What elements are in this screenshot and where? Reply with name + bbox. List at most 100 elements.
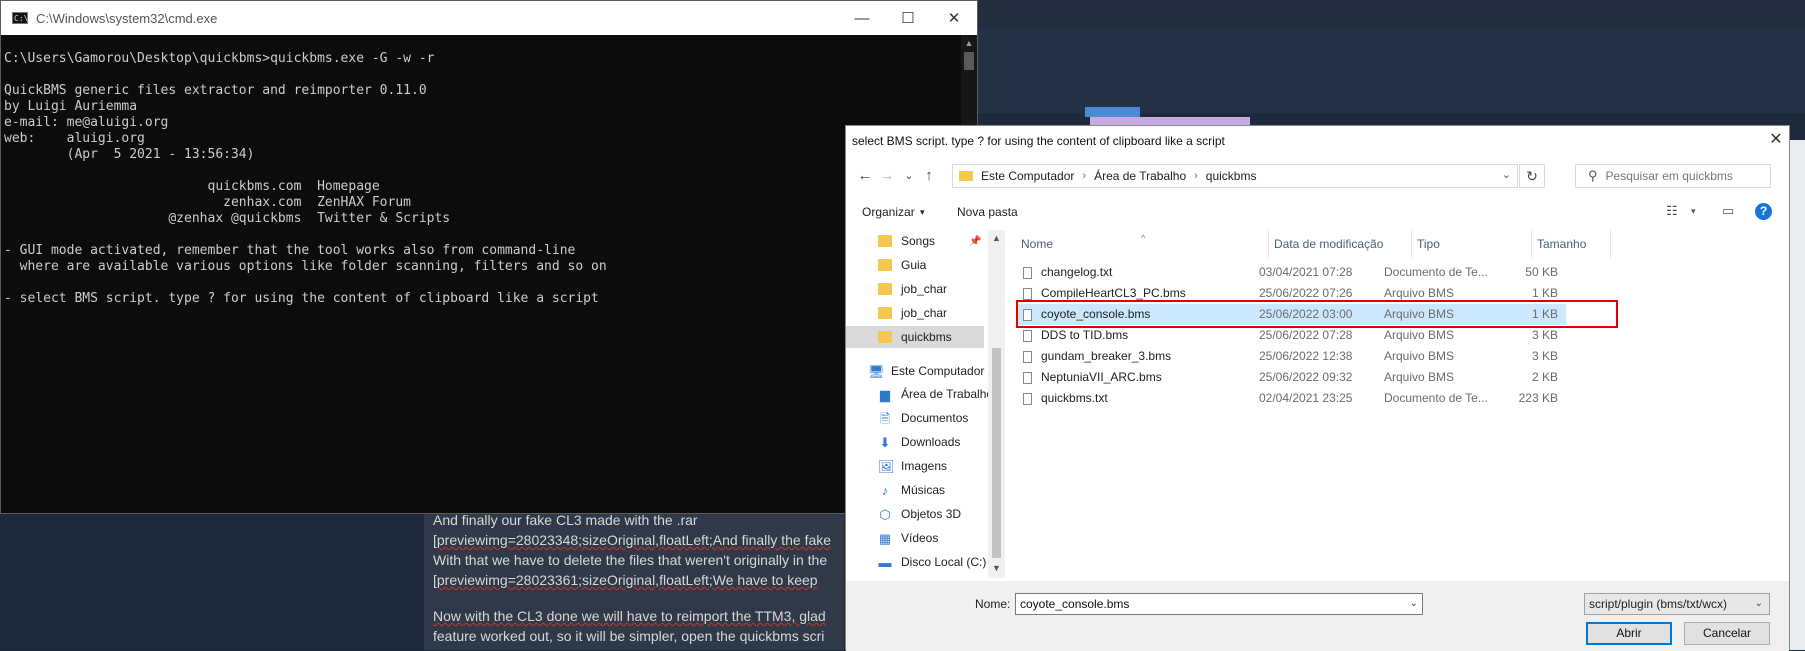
- nav-item-desktop[interactable]: ▆ Área de Trabalho: [846, 383, 988, 405]
- nav-item-videos[interactable]: ▦ Vídeos: [846, 527, 984, 549]
- nav-item-drive[interactable]: ▬ Disco Local (C:): [846, 551, 987, 573]
- nav-item-label: Songs: [901, 234, 936, 248]
- search-input[interactable]: ⚲ Pesquisar em quickbms: [1575, 164, 1771, 188]
- file-name: gundam_breaker_3.bms: [1041, 349, 1172, 363]
- column-header-type[interactable]: Tipo: [1412, 230, 1532, 258]
- new-folder-button[interactable]: Nova pasta: [957, 205, 1018, 219]
- nav-item-downloads[interactable]: ⬇ Downloads: [846, 431, 984, 453]
- console-line: QuickBMS generic files extractor and rei…: [4, 83, 427, 98]
- recent-locations-icon[interactable]: ⌄: [898, 165, 920, 187]
- file-row[interactable]: NeptuniaVII_ARC.bms 25/06/2022 09:32 Arqui…: [1016, 367, 1566, 388]
- file-date: 25/06/2022 07:26: [1259, 286, 1353, 300]
- nav-item-folder[interactable]: job_char: [846, 278, 984, 300]
- breadcrumb-desktop[interactable]: Área de Trabalho: [1094, 169, 1186, 183]
- dialog-close-icon[interactable]: ✕: [1766, 130, 1786, 150]
- nav-item-documents[interactable]: 🗎 Documentos: [846, 407, 984, 429]
- console-line: by Luigi Auriemma: [4, 99, 138, 114]
- cmd-scrollbar-thumb[interactable]: [964, 52, 974, 70]
- maximize-icon[interactable]: ☐: [885, 1, 931, 35]
- navigation-scrollbar-thumb[interactable]: [992, 348, 1001, 558]
- cmd-titlebar[interactable]: C:\ C:\Windows\system32\cmd.exe — ☐ ✕: [1, 1, 977, 35]
- scroll-down-icon[interactable]: ▼: [992, 563, 1001, 573]
- close-icon[interactable]: ✕: [931, 1, 977, 35]
- minimize-icon[interactable]: —: [839, 1, 885, 35]
- nav-item-objects-3d[interactable]: ⬡ Objetos 3D: [846, 503, 984, 525]
- cmd-window[interactable]: C:\ C:\Windows\system32\cmd.exe — ☐ ✕ C:…: [0, 0, 978, 514]
- file-name-dropdown-icon[interactable]: ⌄: [1410, 594, 1418, 614]
- background-article-line: [previewimg=28023361;sizeOriginal,floatL…: [424, 570, 844, 590]
- breadcrumb-separator-icon: ›: [1082, 170, 1087, 182]
- navigation-pane[interactable]: Songs 📌 Guia job_char job_char quickbms 🖥 Este …: [846, 230, 988, 580]
- file-row[interactable]: CompileHeartCL3_PC.bms 25/06/2022 07:26 Ar…: [1016, 283, 1566, 304]
- nav-item-images[interactable]: 🖼 Imagens: [846, 455, 984, 477]
- nav-item-label: Guia: [901, 258, 927, 272]
- file-name: changelog.txt: [1041, 265, 1113, 279]
- nav-item-folder[interactable]: quickbms: [846, 326, 984, 348]
- file-row[interactable]: changelog.txt 03/04/2021 07:28 Documento d…: [1016, 262, 1566, 283]
- file-row[interactable]: gundam_breaker_3.bms 25/06/2022 12:38 Arqu…: [1016, 346, 1566, 367]
- background-article-line: [424, 590, 844, 606]
- file-list[interactable]: Nome ^ Data de modificação Tipo Tamanho …: [1016, 230, 1776, 580]
- nav-item-computer[interactable]: 🖥 Este Computador: [846, 360, 984, 382]
- column-header-size[interactable]: Tamanho: [1532, 230, 1611, 258]
- console-line: web: aluigi.org: [4, 131, 145, 146]
- breadcrumb-quickbms[interactable]: quickbms: [1206, 169, 1257, 183]
- back-arrow-icon[interactable]: ←: [854, 165, 876, 187]
- console-line: zenhax.com ZenHAX Forum: [4, 195, 411, 210]
- file-row[interactable]: DDS to TID.bms 25/06/2022 07:28 Arquivo BM…: [1016, 325, 1566, 346]
- background-article-line: feature worked out, so it will be simple…: [424, 626, 844, 646]
- file-row[interactable]: coyote_console.bms 25/06/2022 03:00 Arquiv…: [1016, 304, 1566, 325]
- navigation-pane-scrollbar[interactable]: ▲ ▼: [988, 230, 1005, 578]
- open-button[interactable]: Abrir: [1586, 622, 1672, 645]
- refresh-icon[interactable]: ↻: [1519, 164, 1545, 188]
- address-bar[interactable]: Este Computador › Área de Trabalho › qui…: [952, 164, 1518, 188]
- file-size: 3 KB: [1531, 349, 1558, 363]
- up-folder-icon[interactable]: ↑: [918, 165, 940, 187]
- view-options-icon[interactable]: ☷: [1666, 203, 1678, 219]
- nav-item-label: job_char: [901, 282, 948, 296]
- nav-item-label: Objetos 3D: [901, 507, 962, 521]
- nav-item-drive[interactable]: ▬ Disco Local (D:): [846, 575, 987, 580]
- organize-dropdown-icon[interactable]: ▾: [920, 207, 925, 218]
- file-icon: [1023, 287, 1032, 300]
- scroll-up-icon[interactable]: ▲: [992, 233, 1001, 243]
- cmd-console-output[interactable]: C:\Users\Gamorou\Desktop\quickbms>quickb…: [4, 51, 954, 511]
- file-icon: [1023, 371, 1032, 384]
- nav-item-folder[interactable]: Songs 📌: [846, 230, 984, 252]
- dialog-titlebar[interactable]: select BMS script. type ? for using the …: [846, 126, 1789, 156]
- folder-icon: [878, 307, 892, 319]
- file-size: 50 KB: [1525, 265, 1558, 279]
- background-article-line: With that we have to delete the files th…: [424, 550, 844, 570]
- file-name-cell: quickbms.txt: [1023, 388, 1253, 409]
- breadcrumb-computer[interactable]: Este Computador: [981, 169, 1074, 183]
- nav-item-music[interactable]: ♪ Músicas: [846, 479, 984, 501]
- column-header-date[interactable]: Data de modificação: [1269, 230, 1412, 258]
- file-open-dialog[interactable]: select BMS script. type ? for using the …: [845, 125, 1790, 651]
- forward-arrow-icon[interactable]: →: [876, 165, 898, 187]
- file-row[interactable]: quickbms.txt 02/04/2021 23:25 Documento de…: [1016, 388, 1566, 409]
- nav-item-folder[interactable]: Guia: [846, 254, 984, 276]
- file-date: 25/06/2022 09:32: [1259, 370, 1353, 384]
- view-dropdown-icon[interactable]: ▾: [1691, 206, 1696, 217]
- preview-pane-icon[interactable]: ▭: [1722, 203, 1734, 219]
- filter-dropdown-icon[interactable]: ⌄: [1755, 594, 1763, 614]
- background-article-text: [previewimg=28023340;sizeOriginal,floatL…: [424, 490, 844, 650]
- console-line: quickbms.com Homepage: [4, 179, 380, 194]
- nav-item-folder[interactable]: job_char: [846, 302, 984, 324]
- file-name-input[interactable]: coyote_console.bms ⌄: [1015, 593, 1423, 615]
- file-name: DDS to TID.bms: [1041, 328, 1129, 342]
- help-icon[interactable]: ?: [1755, 203, 1772, 220]
- nav-item-label: Downloads: [901, 435, 961, 449]
- file-type-filter-select[interactable]: script/plugin (bms/txt/wcx) ⌄: [1584, 593, 1770, 615]
- folder-icon: [878, 331, 892, 343]
- file-size: 1 KB: [1531, 286, 1558, 300]
- address-dropdown-icon[interactable]: ⌄: [1502, 168, 1511, 181]
- documents-icon: 🗎: [879, 410, 891, 426]
- folder-icon: [878, 283, 892, 295]
- scroll-up-icon[interactable]: ▲: [961, 35, 977, 51]
- column-header-name[interactable]: Nome ^: [1016, 230, 1269, 258]
- organize-button[interactable]: Organizar: [862, 205, 915, 219]
- cancel-button[interactable]: Cancelar: [1684, 622, 1770, 645]
